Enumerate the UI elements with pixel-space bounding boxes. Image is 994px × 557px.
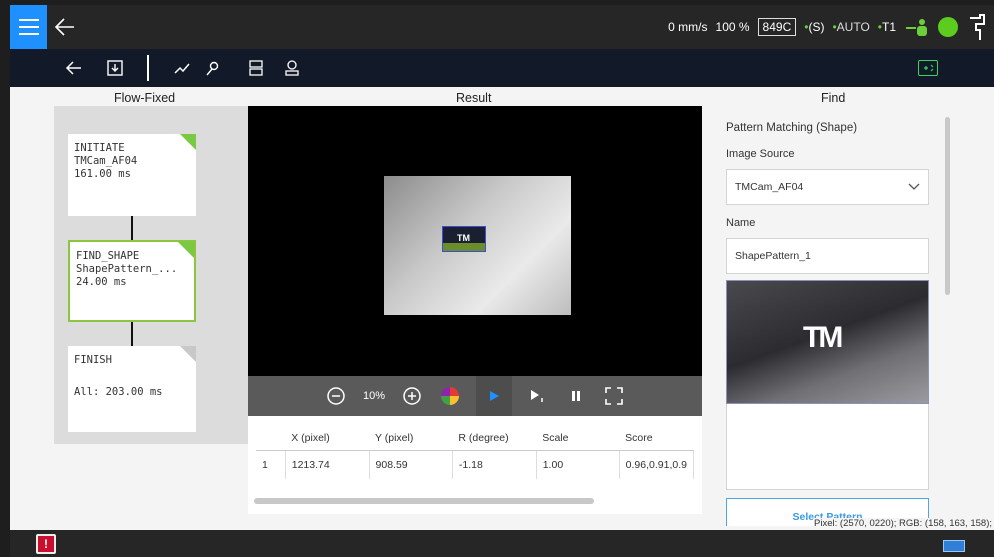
- table-cell: 908.59: [369, 450, 453, 479]
- node-corner-marker: [180, 134, 196, 150]
- save-icon[interactable]: [105, 58, 125, 78]
- node-time: 161.00 ms: [74, 168, 131, 180]
- mode-label: AUTO: [836, 20, 870, 34]
- play-icon[interactable]: [476, 376, 512, 416]
- flow-connector: [131, 216, 133, 240]
- flow-connector: [131, 322, 133, 346]
- image-viewer[interactable]: TM: [248, 106, 702, 376]
- line-trend-icon[interactable]: [172, 58, 192, 78]
- target-band: [443, 243, 485, 251]
- node-type: INITIATE: [74, 142, 125, 154]
- step-forward-icon[interactable]: [526, 376, 550, 416]
- name-value: ShapePattern_1: [735, 250, 811, 262]
- column-header: X (pixel): [285, 426, 370, 451]
- chevron-down-icon: [908, 183, 920, 190]
- keyboard-icon[interactable]: [943, 540, 965, 552]
- zoom-level: 10%: [362, 390, 386, 402]
- result-panel: TM 10% X (pixel) Y (pixel) R (degree) Sc…: [248, 106, 702, 514]
- node-time: All: 203.00 ms: [74, 386, 163, 398]
- node-name: ShapePattern_...: [76, 263, 178, 275]
- fullscreen-icon[interactable]: [602, 376, 626, 416]
- zoom-out-icon[interactable]: [324, 376, 348, 416]
- viewer-controls: 10%: [248, 376, 702, 416]
- node-time: 24.00 ms: [76, 276, 127, 288]
- bottom-bar: !: [10, 530, 994, 557]
- pattern-logo: TM: [803, 321, 843, 354]
- image-source-select[interactable]: TMCam_AF04: [726, 169, 929, 205]
- mode-indicator: •AUTO: [832, 20, 870, 34]
- name-input[interactable]: ShapePattern_1: [726, 238, 929, 274]
- pause-icon[interactable]: [564, 376, 588, 416]
- result-section-title: Result: [456, 91, 492, 105]
- table-row[interactable]: 1 1213.74 908.59 -1.18 1.00 0.96,0.91,0.…: [256, 450, 695, 479]
- back-arrow-icon[interactable]: [52, 14, 78, 40]
- find-section-title: Find: [821, 91, 846, 105]
- column-header: Scale: [536, 426, 620, 451]
- pixel-info-readout: Pixel: (2570, 0220); RGB: (158, 163, 158…: [814, 518, 992, 529]
- node-type: FINISH: [74, 354, 112, 366]
- node-corner-marker: [178, 242, 194, 258]
- pattern-preview-area: [726, 404, 929, 490]
- match-target-box: TM: [442, 226, 486, 252]
- node-name: [74, 367, 190, 380]
- flow-section-title: Flow-Fixed: [114, 91, 176, 105]
- column-header: [256, 426, 286, 451]
- robot-arm-icon[interactable]: [966, 12, 988, 42]
- camera-setting-icon[interactable]: [246, 58, 266, 78]
- safety-indicator: •(S): [804, 20, 825, 34]
- app-window: 0 mm/s 100 % 849C •(S) •AUTO •T1 Flow-Fi…: [10, 5, 994, 557]
- speed-percent[interactable]: 100 %: [716, 20, 750, 34]
- find-heading: Pattern Matching (Shape): [726, 122, 858, 134]
- node-type: FIND_SHAPE: [76, 250, 140, 262]
- image-source-value: TMCam_AF04: [735, 181, 804, 193]
- table-cell: -1.18: [452, 450, 537, 479]
- zoom-in-icon[interactable]: [400, 376, 424, 416]
- top-bar: 0 mm/s 100 % 849C •(S) •AUTO •T1: [10, 5, 994, 49]
- status-light-icon: [938, 17, 958, 37]
- status-area: 0 mm/s 100 % 849C •(S) •AUTO •T1: [668, 5, 994, 49]
- color-wheel-icon[interactable]: [438, 376, 462, 416]
- flow-node-finish[interactable]: FINISH All: 203.00 ms: [68, 346, 196, 432]
- calibrate-icon[interactable]: [282, 58, 302, 78]
- expand-view-icon[interactable]: [918, 60, 938, 76]
- result-table: X (pixel) Y (pixel) R (degree) Scale Sco…: [256, 426, 695, 506]
- horizontal-scrollbar[interactable]: [254, 498, 594, 504]
- flow-panel: INITIATE TMCam_AF04 161.00 ms FIND_SHAPE…: [54, 106, 249, 444]
- node-corner-marker: [180, 346, 196, 362]
- column-header: Score: [619, 426, 694, 451]
- t-indicator: •T1: [877, 20, 896, 34]
- speed-readout: 0 mm/s: [668, 20, 708, 34]
- flow-toolbar: [10, 49, 994, 87]
- back-icon[interactable]: [64, 58, 84, 78]
- code-badge[interactable]: 849C: [757, 18, 797, 36]
- table-cell: 1213.74: [285, 450, 370, 479]
- column-header: R (degree): [452, 426, 537, 451]
- pattern-preview-image[interactable]: TM: [726, 280, 929, 404]
- t-label: T1: [881, 20, 896, 34]
- flow-node-initiate[interactable]: INITIATE TMCam_AF04 161.00 ms: [68, 134, 196, 216]
- vertical-scrollbar[interactable]: [945, 117, 950, 295]
- node-name: TMCam_AF04: [74, 155, 138, 167]
- target-label: TM: [457, 233, 470, 243]
- table-cell: 1: [256, 450, 286, 479]
- toolbar-divider: [147, 55, 149, 81]
- hamburger-menu-icon[interactable]: [10, 5, 47, 49]
- name-label: Name: [726, 217, 756, 229]
- image-source-label: Image Source: [726, 148, 795, 160]
- captured-image: TM: [384, 176, 571, 315]
- alert-icon[interactable]: !: [36, 534, 56, 554]
- table-cell: 0.96,0.91,0.9: [619, 450, 695, 479]
- column-header: Y (pixel): [369, 426, 453, 451]
- table-header-row: X (pixel) Y (pixel) R (degree) Scale Sco…: [256, 426, 694, 451]
- table-cell: 1.00: [536, 450, 620, 479]
- find-panel: Pattern Matching (Shape) Image Source TM…: [726, 106, 956, 526]
- flow-node-find-shape[interactable]: FIND_SHAPE ShapePattern_... 24.00 ms: [68, 240, 196, 322]
- point-tool-icon[interactable]: [203, 58, 223, 78]
- robot-connect-icon[interactable]: [904, 16, 930, 38]
